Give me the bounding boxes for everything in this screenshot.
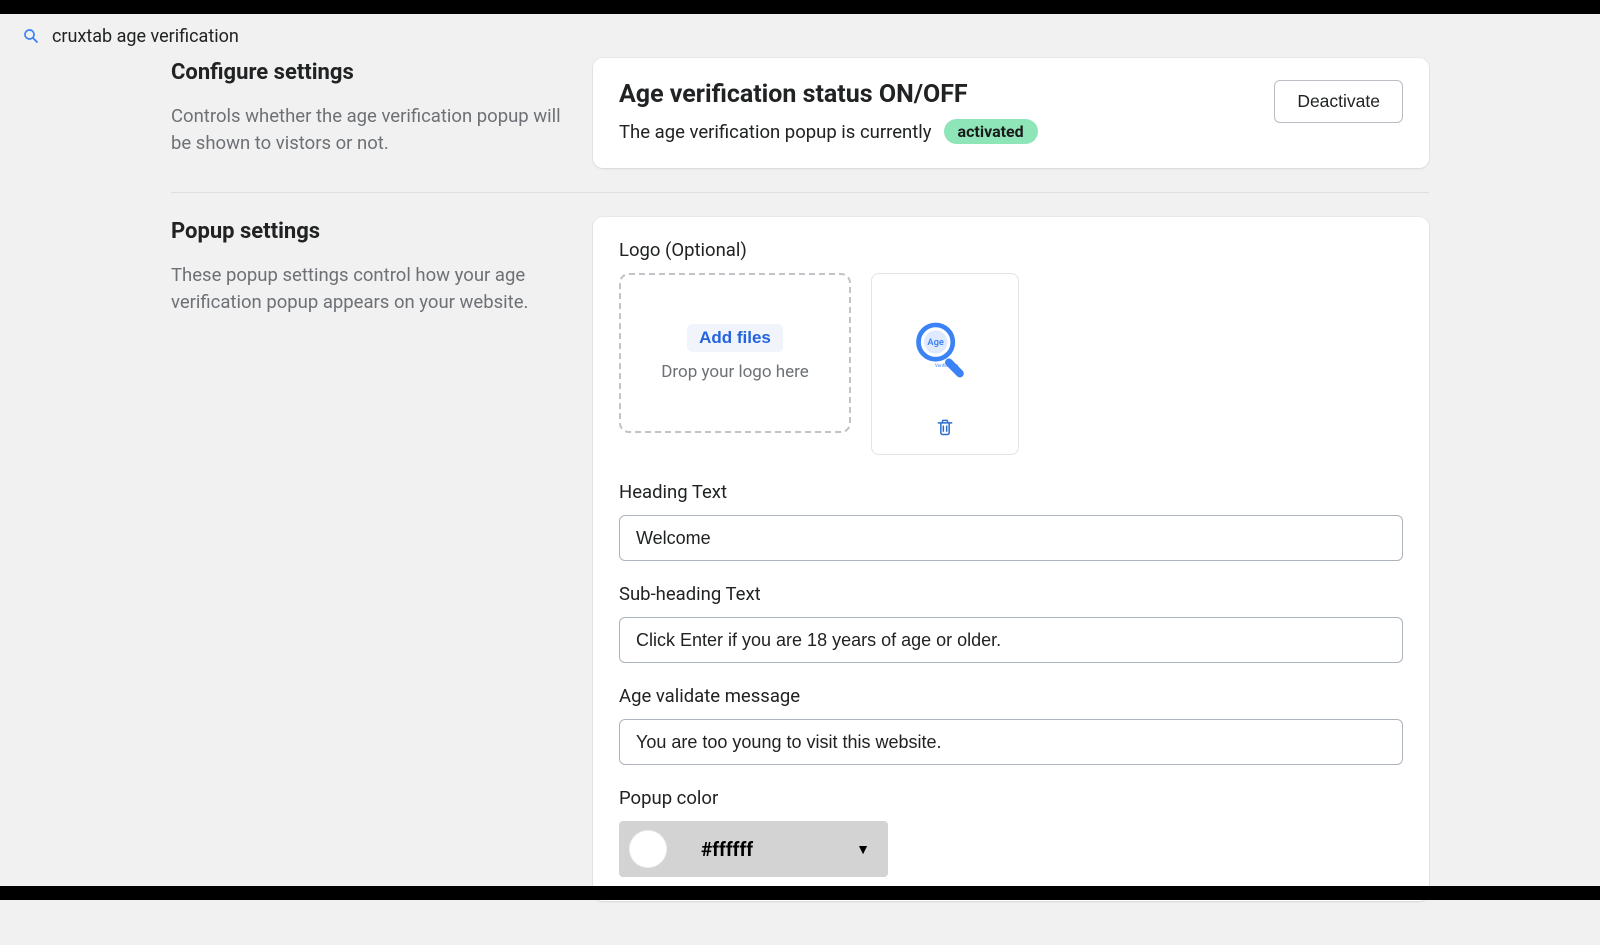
status-card: Age verification status ON/OFF The age v… xyxy=(593,58,1429,168)
popup-left: Popup settings These popup settings cont… xyxy=(171,217,568,901)
heading-text-field: Heading Text xyxy=(619,481,1403,561)
add-files-button[interactable]: Add files xyxy=(687,324,783,352)
svg-text:Age: Age xyxy=(927,337,944,348)
popup-color-label: Popup color xyxy=(619,787,1403,809)
letterbox-bottom xyxy=(0,886,1600,900)
popup-color-picker[interactable]: #ffffff ▼ xyxy=(619,821,888,877)
subheading-text-input[interactable] xyxy=(619,617,1403,663)
breadcrumb: cruxtab age verification xyxy=(0,14,1600,58)
logo-field: Logo (Optional) Add files Drop your logo… xyxy=(619,239,1403,455)
color-swatch xyxy=(629,830,667,868)
configure-desc: Controls whether the age verification po… xyxy=(171,103,568,157)
subheading-text-field: Sub-heading Text xyxy=(619,583,1403,663)
validate-message-label: Age validate message xyxy=(619,685,1403,707)
validate-message-field: Age validate message xyxy=(619,685,1403,765)
section-divider xyxy=(171,192,1429,193)
status-prefix: The age verification popup is currently xyxy=(619,121,932,143)
configure-right: Age verification status ON/OFF The age v… xyxy=(593,58,1429,168)
logo-dropzone[interactable]: Add files Drop your logo here xyxy=(619,273,851,433)
subheading-text-label: Sub-heading Text xyxy=(619,583,1403,605)
search-icon xyxy=(22,27,40,45)
heading-text-label: Heading Text xyxy=(619,481,1403,503)
popup-desc: These popup settings control how your ag… xyxy=(171,262,568,316)
popup-heading: Popup settings xyxy=(171,219,568,244)
logo-label: Logo (Optional) xyxy=(619,239,1403,261)
breadcrumb-text: cruxtab age verification xyxy=(52,26,239,47)
logo-preview: Age Verification xyxy=(871,273,1019,455)
page-container: Configure settings Controls whether the … xyxy=(171,58,1429,945)
deactivate-button[interactable]: Deactivate xyxy=(1274,80,1403,123)
letterbox-top xyxy=(0,0,1600,14)
trash-icon xyxy=(935,417,955,440)
configure-heading: Configure settings xyxy=(171,60,568,85)
popup-section: Popup settings These popup settings cont… xyxy=(171,217,1429,925)
validate-message-input[interactable] xyxy=(619,719,1403,765)
drop-hint: Drop your logo here xyxy=(661,362,808,382)
configure-section: Configure settings Controls whether the … xyxy=(171,58,1429,192)
status-title: Age verification status ON/OFF xyxy=(619,80,1038,109)
color-value: #ffffff xyxy=(683,838,840,861)
status-card-left: Age verification status ON/OFF The age v… xyxy=(619,80,1038,144)
heading-text-input[interactable] xyxy=(619,515,1403,561)
delete-logo-button[interactable] xyxy=(931,413,959,444)
configure-left: Configure settings Controls whether the … xyxy=(171,58,568,168)
logo-row: Add files Drop your logo here Age Verifi… xyxy=(619,273,1403,455)
status-badge: activated xyxy=(944,119,1038,144)
popup-card: Logo (Optional) Add files Drop your logo… xyxy=(593,217,1429,901)
logo-preview-image: Age Verification xyxy=(906,292,984,413)
chevron-down-icon: ▼ xyxy=(856,841,870,858)
status-line: The age verification popup is currently … xyxy=(619,119,1038,144)
popup-right: Logo (Optional) Add files Drop your logo… xyxy=(593,217,1429,901)
popup-color-field: Popup color #ffffff ▼ xyxy=(619,787,1403,877)
